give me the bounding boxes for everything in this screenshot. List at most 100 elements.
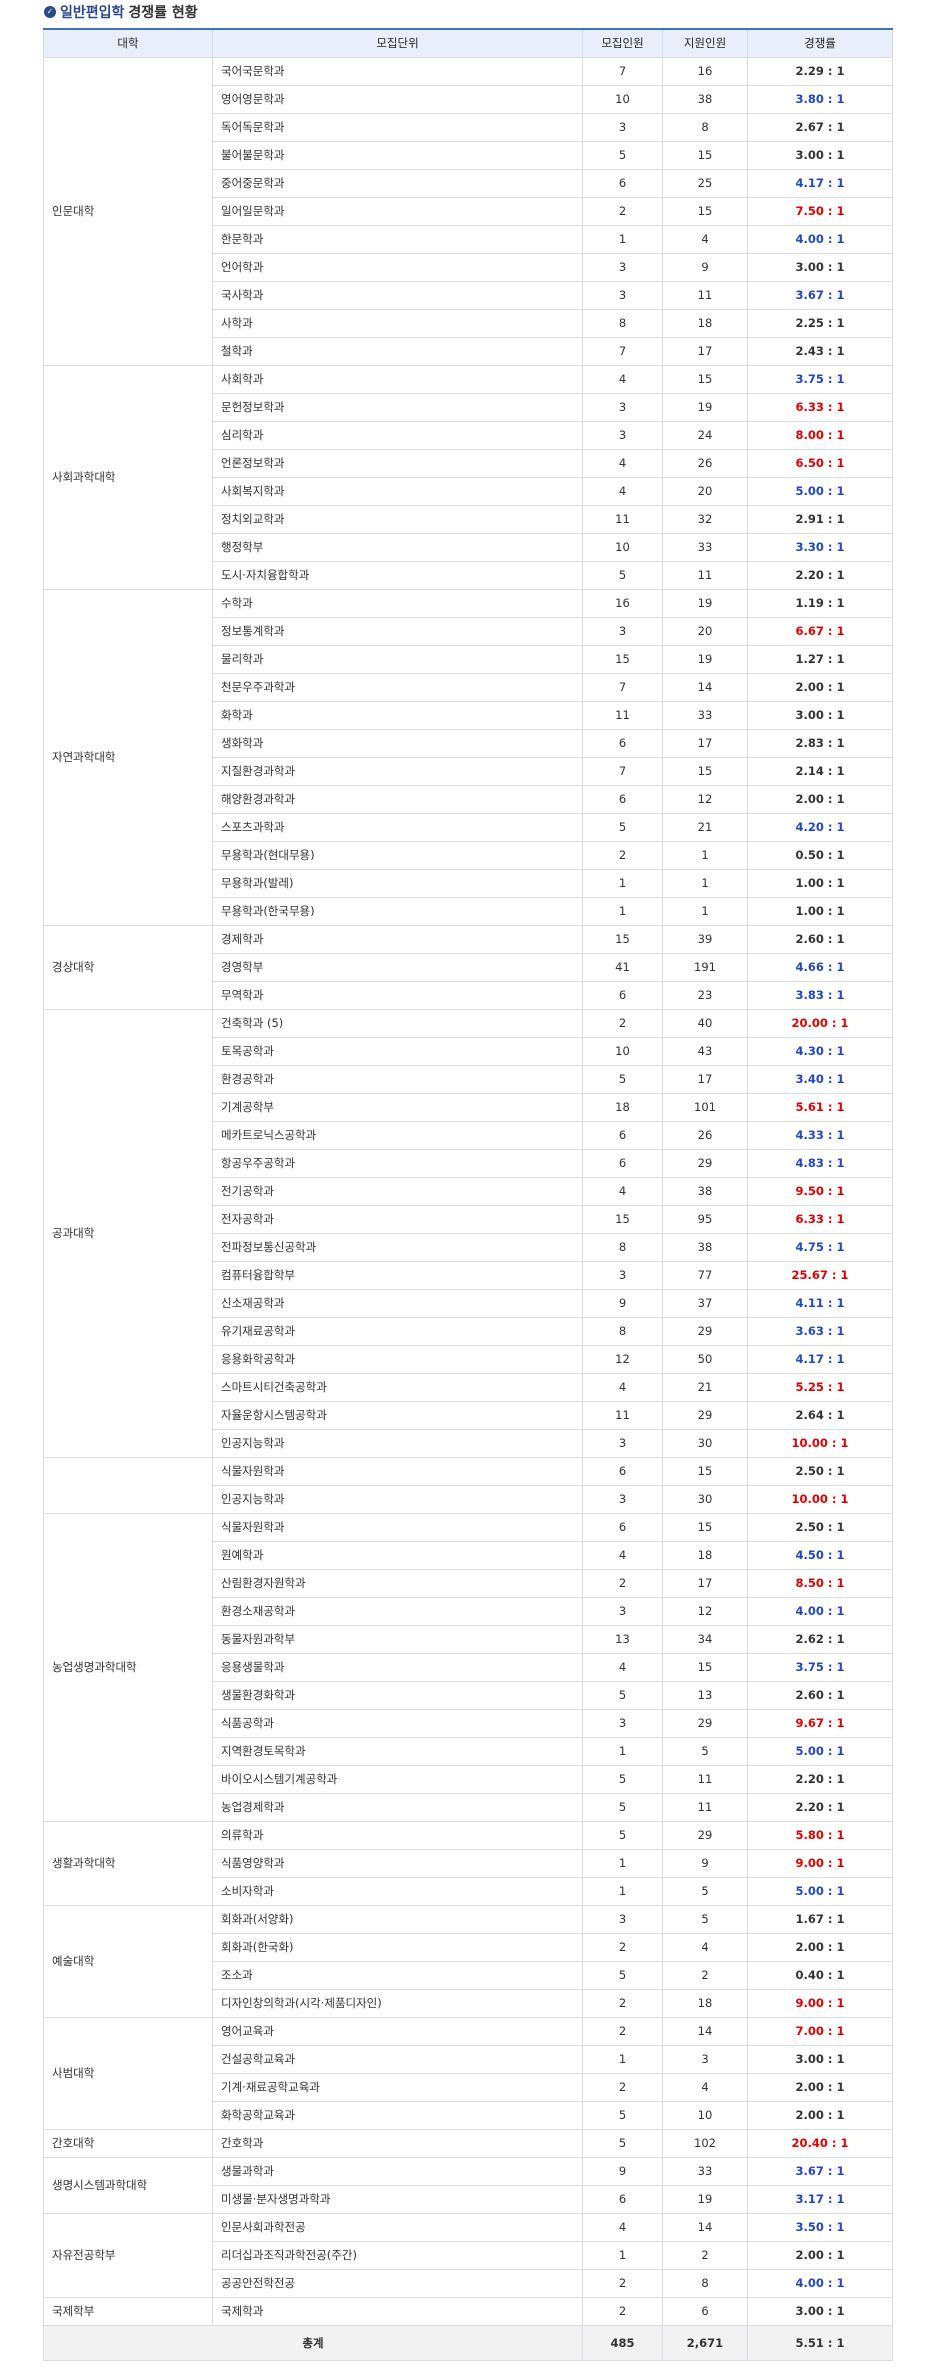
apply-cell: 191 xyxy=(662,952,748,982)
recruit-cell: 10 xyxy=(582,1036,663,1066)
ratio-cell: 10.00 : 1 xyxy=(747,1428,893,1458)
recruit-cell: 3 xyxy=(582,420,663,450)
ratio-cell: 4.17 : 1 xyxy=(747,168,893,198)
apply-cell: 29 xyxy=(662,1820,748,1850)
college-cell: 자연과학대학 xyxy=(43,588,213,926)
recruit-cell: 3 xyxy=(582,1484,663,1514)
recruit-cell: 5 xyxy=(582,1792,663,1822)
apply-cell: 10 xyxy=(662,2100,748,2130)
ratio-cell: 2.83 : 1 xyxy=(747,728,893,758)
header-recruit: 모집인원 xyxy=(582,28,663,58)
header-college: 대학 xyxy=(43,28,213,58)
recruit-cell: 6 xyxy=(582,2184,663,2214)
recruit-cell: 7 xyxy=(582,56,663,86)
apply-cell: 15 xyxy=(662,140,748,170)
ratio-cell: 5.61 : 1 xyxy=(747,1092,893,1122)
recruit-cell: 11 xyxy=(582,700,663,730)
ratio-cell: 3.40 : 1 xyxy=(747,1064,893,1094)
apply-cell: 19 xyxy=(662,588,748,618)
table-row: 국제학부 국제학과 2 6 3.00 : 1 xyxy=(43,2296,893,2326)
unit-cell: 독어독문학과 xyxy=(212,112,583,142)
table-row: 공과대학 건축학과 (5) 2 40 20.00 : 1 xyxy=(43,1008,893,1458)
unit-cell: 인문사회과학전공 xyxy=(212,2212,583,2242)
ratio-cell: 2.91 : 1 xyxy=(747,504,893,534)
apply-cell: 15 xyxy=(662,1512,748,1542)
unit-cell: 회화과(한국화) xyxy=(212,1932,583,1962)
unit-cell: 전파정보통신공학과 xyxy=(212,1232,583,1262)
ratio-cell: 4.00 : 1 xyxy=(747,2268,893,2298)
unit-cell: 스포츠과학과 xyxy=(212,812,583,842)
college-cell: 사범대학 xyxy=(43,2016,213,2130)
ratio-cell: 6.50 : 1 xyxy=(747,448,893,478)
apply-cell: 3 xyxy=(662,2044,748,2074)
unit-cell: 조소과 xyxy=(212,1960,583,1990)
ratio-cell: 8.50 : 1 xyxy=(747,1568,893,1598)
recruit-cell: 4 xyxy=(582,476,663,506)
unit-cell: 식품영양학과 xyxy=(212,1848,583,1878)
ratio-cell: 7.00 : 1 xyxy=(747,2016,893,2046)
unit-cell: 경영학부 xyxy=(212,952,583,982)
recruit-cell: 8 xyxy=(582,1232,663,1262)
apply-cell: 29 xyxy=(662,1708,748,1738)
ratio-cell: 2.60 : 1 xyxy=(747,1680,893,1710)
ratio-cell: 0.40 : 1 xyxy=(747,1960,893,1990)
unit-cell: 컴퓨터융합학부 xyxy=(212,1260,583,1290)
ratio-cell: 2.43 : 1 xyxy=(747,336,893,366)
total-apply: 2,671 xyxy=(662,2324,748,2361)
table-row: 생명시스템과학대학 생물과학과 9 33 3.67 : 1 xyxy=(43,2156,893,2214)
apply-cell: 50 xyxy=(662,1344,748,1374)
table-row: 자연과학대학 수학과 16 19 1.19 : 1 xyxy=(43,588,893,926)
recruit-cell: 5 xyxy=(582,560,663,590)
recruit-cell: 2 xyxy=(582,2268,663,2298)
ratio-cell: 2.50 : 1 xyxy=(747,1456,893,1486)
ratio-cell: 2.64 : 1 xyxy=(747,1400,893,1430)
ratio-cell: 4.83 : 1 xyxy=(747,1148,893,1178)
apply-cell: 23 xyxy=(662,980,748,1010)
unit-cell: 신소재공학과 xyxy=(212,1288,583,1318)
ratio-cell: 4.11 : 1 xyxy=(747,1288,893,1318)
unit-cell: 무용학과(한국무용) xyxy=(212,896,583,926)
section-title: ✓ 일반편입학 경쟁률 현황 xyxy=(44,2,198,22)
ratio-cell: 3.80 : 1 xyxy=(747,84,893,114)
recruit-cell: 3 xyxy=(582,1260,663,1290)
apply-cell: 8 xyxy=(662,112,748,142)
recruit-cell: 2 xyxy=(582,840,663,870)
ratio-cell: 5.00 : 1 xyxy=(747,476,893,506)
ratio-cell: 3.83 : 1 xyxy=(747,980,893,1010)
recruit-cell: 4 xyxy=(582,364,663,394)
recruit-cell: 3 xyxy=(582,616,663,646)
ratio-cell: 2.20 : 1 xyxy=(747,560,893,590)
recruit-cell: 3 xyxy=(582,1708,663,1738)
recruit-cell: 12 xyxy=(582,1344,663,1374)
recruit-cell: 4 xyxy=(582,448,663,478)
unit-cell: 지질환경과학과 xyxy=(212,756,583,786)
ratio-cell: 1.00 : 1 xyxy=(747,868,893,898)
table-row: 예술대학 회화과(서양화) 3 5 1.67 : 1 xyxy=(43,1904,893,2018)
recruit-cell: 2 xyxy=(582,1568,663,1598)
ratio-cell: 3.00 : 1 xyxy=(747,2296,893,2326)
unit-cell: 전자공학과 xyxy=(212,1204,583,1234)
apply-cell: 14 xyxy=(662,2016,748,2046)
recruit-cell: 1 xyxy=(582,1736,663,1766)
ratio-cell: 5.00 : 1 xyxy=(747,1876,893,1906)
unit-cell: 언론정보학과 xyxy=(212,448,583,478)
ratio-cell: 0.50 : 1 xyxy=(747,840,893,870)
recruit-cell: 18 xyxy=(582,1092,663,1122)
apply-cell: 21 xyxy=(662,812,748,842)
college-cell: 생활과학대학 xyxy=(43,1820,213,1906)
apply-cell: 11 xyxy=(662,560,748,590)
unit-cell: 도시·자치융합학과 xyxy=(212,560,583,590)
unit-cell: 사학과 xyxy=(212,308,583,338)
ratio-cell: 9.67 : 1 xyxy=(747,1708,893,1738)
unit-cell: 회화과(서양화) xyxy=(212,1904,583,1934)
unit-cell: 농업경제학과 xyxy=(212,1792,583,1822)
college-cell: 경상대학 xyxy=(43,924,213,1010)
unit-cell: 토목공학과 xyxy=(212,1036,583,1066)
ratio-cell: 2.00 : 1 xyxy=(747,2072,893,2102)
table-row: 사회과학대학 사회학과 4 15 3.75 : 1 xyxy=(43,364,893,590)
recruit-cell: 2 xyxy=(582,2072,663,2102)
apply-cell: 12 xyxy=(662,784,748,814)
unit-cell: 환경공학과 xyxy=(212,1064,583,1094)
recruit-cell: 7 xyxy=(582,756,663,786)
apply-cell: 2 xyxy=(662,2240,748,2270)
